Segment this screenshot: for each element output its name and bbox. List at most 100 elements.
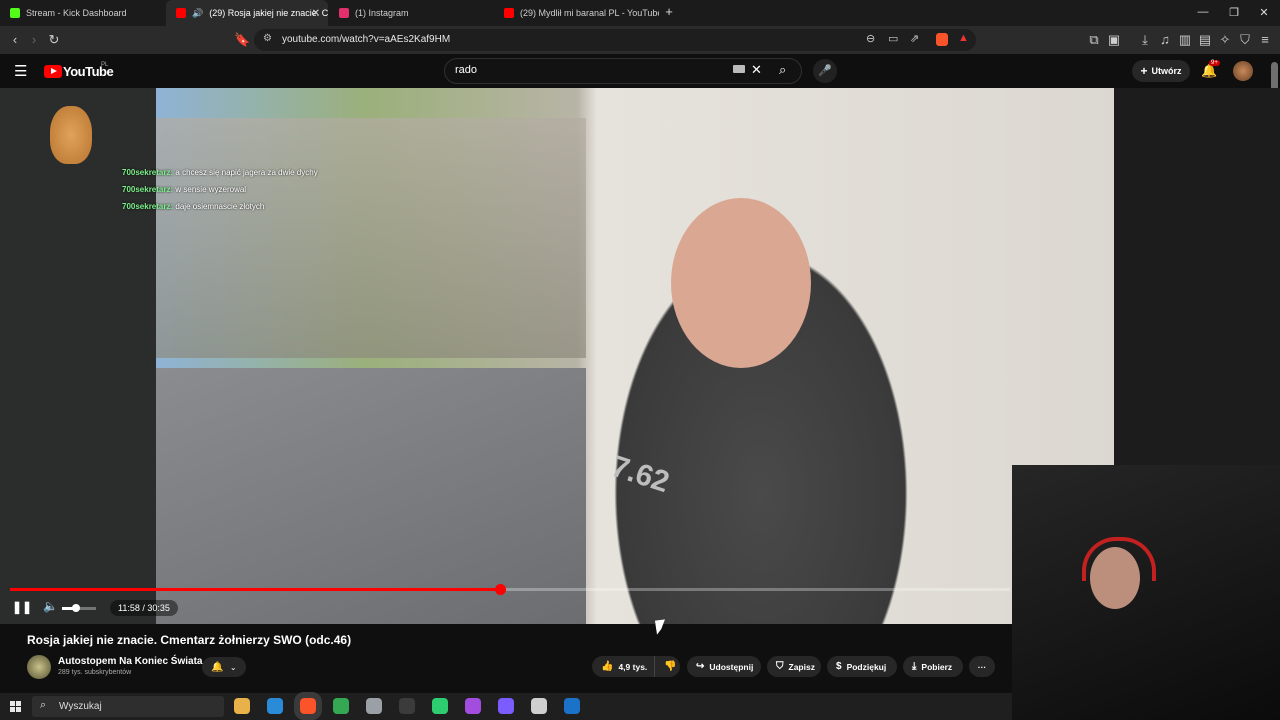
vpn-icon[interactable]: ⛉ — [1237, 32, 1253, 48]
speaker-icon: 🔊 — [192, 7, 204, 18]
subscription-bell-button[interactable]: 🔔 ⌄ — [202, 657, 246, 677]
kick-icon — [10, 8, 20, 18]
obs-icon[interactable] — [399, 698, 415, 714]
tab-title: (29) Mydlił mi baranal PL - YouTube — [520, 8, 659, 18]
channel-avatar[interactable] — [27, 655, 51, 679]
download-icon: ⤓ — [912, 661, 917, 672]
mouse-cursor — [655, 619, 667, 635]
video-title: Rosja jakiej nie znacie. Cmentarz żołnie… — [27, 633, 352, 647]
thanks-button[interactable]: $ Podziękuj — [827, 656, 897, 677]
wallet-icon[interactable]: ▣ — [1106, 32, 1122, 48]
save-button[interactable]: ⛉ Zapisz — [767, 656, 821, 677]
chat-message: 700sekretarz: a chcesz się napić jagera … — [122, 168, 318, 177]
more-actions-button[interactable]: ··· — [969, 656, 995, 677]
brave-icon[interactable] — [294, 692, 322, 720]
progress-scrubber[interactable] — [495, 584, 506, 595]
progress-bar-fill — [10, 588, 500, 591]
download-label: Pobierz — [921, 661, 953, 672]
brave-rewards-icon[interactable]: ▲ — [958, 32, 969, 44]
youtube-icon — [176, 8, 186, 18]
region-code: PL — [101, 62, 109, 68]
chat-message: 700sekretarz: w sensie wyzerowal — [122, 185, 247, 194]
tab-youtube-active[interactable]: 🔊 (29) Rosja jakiej nie znacie. Cm ✕ — [166, 0, 328, 26]
extensions-icon[interactable]: ⧉ — [1086, 32, 1102, 48]
search-icon: ⌕ — [40, 699, 47, 711]
forward-icon[interactable]: › — [26, 32, 42, 47]
close-tab-icon[interactable]: ✕ — [312, 8, 320, 19]
youtube-logo-icon[interactable] — [44, 65, 62, 78]
chrome-icon[interactable] — [333, 698, 349, 714]
reload-icon[interactable]: ↻ — [46, 32, 62, 48]
progress-bar[interactable] — [10, 584, 1010, 595]
discord-icon[interactable] — [498, 698, 514, 714]
restore-button[interactable]: ❐ — [1227, 6, 1241, 19]
plus-icon: + — [1140, 64, 1148, 78]
windows-start-icon[interactable] — [10, 701, 21, 712]
share-icon: ↪ — [696, 661, 705, 672]
media-icon[interactable]: ♫ — [1157, 32, 1173, 47]
download-icon[interactable]: ⤓ — [1137, 32, 1153, 48]
wallet-2-icon[interactable]: ▤ — [1197, 32, 1213, 48]
bell-icon: 🔔 — [211, 661, 224, 673]
bookmark-icon: ⛉ — [776, 661, 784, 672]
subscriber-count: 289 tys. subskrybentów — [58, 669, 132, 676]
chevron-down-icon: ⌄ — [229, 662, 237, 672]
keyboard-icon[interactable] — [733, 65, 745, 73]
address-bar[interactable]: ⚙ youtube.com/watch?v=aAEs2Kaf9HM ⊖ ▭ ⇗ … — [254, 29, 976, 51]
channel-name[interactable]: Autostopem Na Koniec Świata — [58, 656, 202, 667]
brave-shields-icon[interactable] — [936, 33, 948, 46]
edge-icon[interactable] — [267, 698, 283, 714]
youtube-header: ☰ YouTube PL ✕ ⌕ 🎤 + Utwórz 🔔 9+ — [0, 54, 1280, 88]
minimize-button[interactable]: — — [1196, 6, 1210, 18]
share-page-icon[interactable]: ⇗ — [910, 32, 919, 45]
voice-search-icon[interactable]: 🎤 — [813, 59, 837, 83]
youtube-icon — [504, 8, 514, 18]
tab-instagram[interactable]: (1) Instagram — [329, 0, 494, 26]
instagram-icon — [339, 8, 349, 18]
leo-ai-icon[interactable]: ✧ — [1217, 32, 1233, 48]
search-input[interactable] — [453, 63, 717, 77]
like-button[interactable]: 👍 4,9 tys. — [592, 656, 654, 677]
zoom-icon[interactable]: ⊖ — [866, 32, 875, 45]
app-icon[interactable] — [465, 698, 481, 714]
pause-icon[interactable]: ❚❚ — [12, 600, 32, 614]
download-button[interactable]: ⤓ Pobierz — [903, 656, 963, 677]
dislike-button[interactable]: 👎 — [654, 656, 680, 677]
time-display: 11:58 / 30:35 — [110, 600, 178, 616]
app-icon[interactable] — [366, 698, 382, 714]
streamer-face-image — [1090, 547, 1140, 609]
thumbs-down-icon: 👎 — [664, 661, 677, 672]
webcam-overlay — [1012, 465, 1280, 720]
back-icon[interactable]: ‹ — [7, 32, 23, 47]
bookmark-icon[interactable]: 🔖 — [234, 32, 250, 48]
app-icon[interactable] — [432, 698, 448, 714]
new-tab-button[interactable]: + — [662, 4, 676, 19]
taskbar-search-placeholder: Wyszukaj — [59, 701, 102, 712]
volume-slider[interactable] — [62, 604, 96, 612]
create-button[interactable]: + Utwórz — [1132, 60, 1190, 82]
save-label: Zapisz — [788, 661, 815, 672]
account-avatar[interactable] — [1233, 61, 1253, 81]
app-icon[interactable] — [531, 698, 547, 714]
hamburger-icon[interactable]: ☰ — [14, 62, 27, 80]
tab-youtube-2[interactable]: (29) Mydlił mi baranal PL - YouTube — [494, 0, 659, 26]
like-count: 4,9 tys. — [618, 661, 648, 672]
share-label: Udostępnij — [709, 661, 754, 672]
steam-icon[interactable] — [564, 698, 580, 714]
file-explorer-icon[interactable] — [234, 698, 250, 714]
share-button[interactable]: ↪ Udostępnij — [687, 656, 761, 677]
sidebar-icon[interactable]: ▥ — [1177, 32, 1193, 48]
menu-icon[interactable]: ≡ — [1257, 32, 1273, 47]
site-info-icon[interactable]: ⚙ — [263, 33, 272, 44]
search-icon[interactable]: ⌕ — [779, 62, 786, 78]
close-window-button[interactable]: ✕ — [1257, 6, 1271, 19]
browser-tab-bar: Stream - Kick Dashboard 🔊 (29) Rosja jak… — [0, 0, 1280, 26]
taskbar-search[interactable]: ⌕ Wyszukaj — [32, 696, 224, 717]
volume-icon[interactable]: 🔈 — [43, 599, 58, 613]
search-box[interactable]: ✕ ⌕ — [444, 58, 802, 84]
clear-search-icon[interactable]: ✕ — [751, 62, 762, 78]
cast-icon[interactable]: ▭ — [888, 32, 898, 45]
tab-kick-dashboard[interactable]: Stream - Kick Dashboard — [0, 0, 165, 26]
url-text: youtube.com/watch?v=aAEs2Kaf9HM — [282, 34, 451, 45]
volume-knob[interactable] — [71, 604, 80, 612]
